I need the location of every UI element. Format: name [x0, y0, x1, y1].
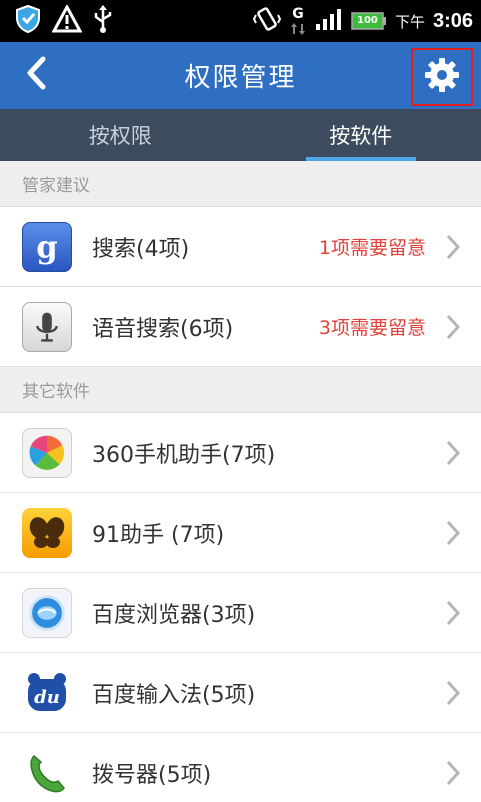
chevron-right-icon [445, 519, 461, 547]
list-item[interactable]: du 百度输入法(5项) [0, 653, 481, 733]
phone-dialer-icon [22, 747, 72, 798]
chevron-right-icon [445, 679, 461, 707]
app-name: 百度浏览器(3项) [92, 602, 256, 628]
section-header-other-apps: 其它软件 [0, 367, 481, 413]
app-name: 百度输入法(5项) [92, 682, 256, 708]
tab-bar: 按权限 按软件 [0, 109, 481, 161]
list-item[interactable]: g 搜索(4项) 1项需要留意 [0, 207, 481, 287]
settings-button[interactable] [411, 48, 473, 106]
tab-by-permission[interactable]: 按权限 [0, 109, 241, 161]
chevron-right-icon [445, 759, 461, 787]
chevron-right-icon [445, 439, 461, 467]
list-item[interactable]: 百度浏览器(3项) [0, 573, 481, 653]
status-time: 3:06 [432, 9, 473, 32]
battery-level: 100 [357, 15, 378, 26]
baidu-input-icon: du [22, 667, 72, 718]
warning-icon [51, 3, 83, 37]
app-name: 拨号器(5项) [92, 762, 212, 788]
section-header-suggestions: 管家建议 [0, 161, 481, 207]
status-bar: G 100 下午 3:06 [0, 0, 481, 42]
page-title: 权限管理 [184, 63, 297, 93]
usb-icon [92, 4, 114, 38]
list-item[interactable]: 91助手 (7项) [0, 493, 481, 573]
360-assistant-icon [22, 427, 72, 478]
app-name: 搜索(4项) [92, 236, 190, 262]
network-type-label: G [292, 6, 304, 22]
google-search-icon: g [22, 221, 72, 272]
list-item[interactable]: 语音搜索(6项) 3项需要留意 [0, 287, 481, 367]
back-arrow-icon [24, 56, 48, 94]
battery-icon: 100 [351, 11, 387, 31]
warning-text: 1项需要留意 [318, 237, 426, 259]
shield-icon [14, 4, 42, 38]
91-assistant-icon [22, 507, 72, 558]
list-item[interactable]: 拨号器(5项) [0, 733, 481, 802]
list-item[interactable]: 360手机助手(7项) [0, 413, 481, 493]
back-button[interactable] [14, 50, 58, 100]
app-name: 语音搜索(6项) [92, 316, 234, 342]
warning-text: 3项需要留意 [318, 317, 426, 339]
chevron-right-icon [445, 313, 461, 341]
status-ampm: 下午 [394, 12, 425, 31]
microphone-icon [22, 301, 72, 352]
vibrate-icon [252, 6, 282, 36]
svg-text:du: du [34, 687, 60, 708]
chevron-right-icon [445, 233, 461, 261]
app-name: 360手机助手(7项) [92, 442, 276, 468]
tab-by-app[interactable]: 按软件 [241, 109, 481, 161]
chevron-right-icon [445, 599, 461, 627]
title-bar: 权限管理 [0, 42, 481, 109]
svg-text:g: g [36, 229, 57, 265]
baidu-browser-icon [22, 587, 72, 638]
signal-icon [315, 7, 343, 35]
data-arrows-icon: G [289, 6, 307, 36]
gear-icon [423, 56, 461, 98]
app-name: 91助手 (7项) [92, 522, 225, 548]
